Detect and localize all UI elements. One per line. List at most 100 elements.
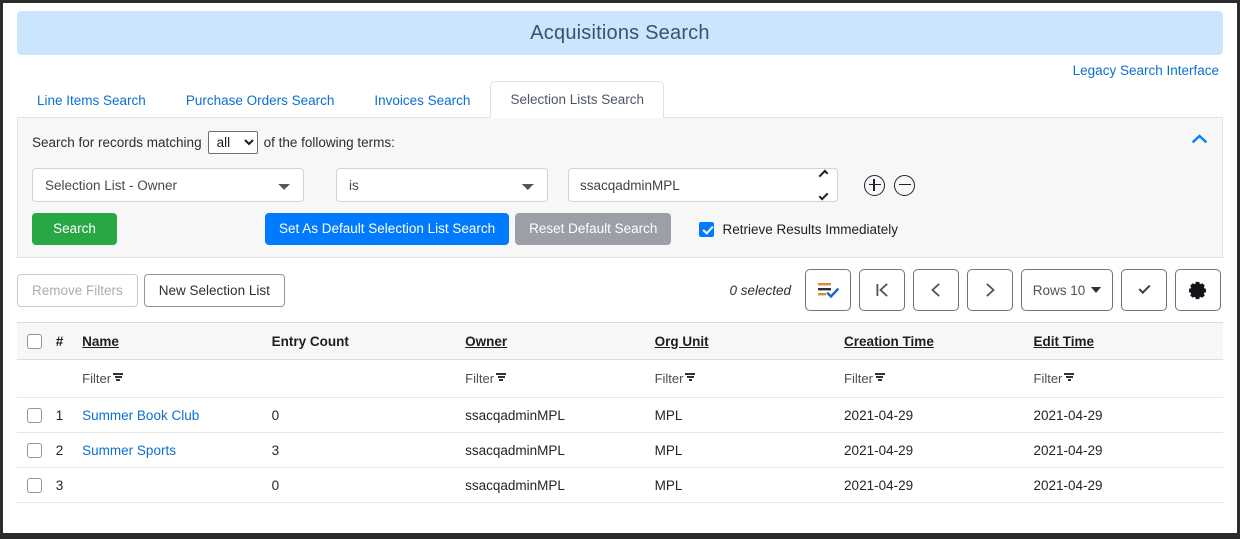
select-all-checkbox[interactable] xyxy=(27,333,42,349)
column-header-entry-count: Entry Count xyxy=(271,322,466,360)
funnel-icon xyxy=(685,372,696,381)
row-creation-time: 2021-04-29 xyxy=(844,397,1034,433)
search-term-row: Selection List - Owner is xyxy=(32,168,1208,202)
add-term-button[interactable] xyxy=(864,174,885,196)
grid-settings-button[interactable] xyxy=(1175,269,1221,311)
caret-down-icon xyxy=(1091,287,1102,293)
search-button[interactable]: Search xyxy=(32,213,117,245)
row-org-unit: MPL xyxy=(654,432,845,468)
row-owner: ssacqadminMPL xyxy=(465,467,655,503)
row-checkbox[interactable] xyxy=(27,407,42,423)
filter-cell-org-unit[interactable]: Filter xyxy=(654,359,845,398)
column-header-org-unit: Org Unit xyxy=(654,322,845,360)
match-type-select[interactable]: all any xyxy=(207,130,258,154)
filter-owner-control[interactable]: Filter xyxy=(465,371,507,386)
selection-list-link[interactable]: Summer Book Club xyxy=(82,408,199,423)
row-select-cell xyxy=(17,397,56,433)
sort-by-org-unit[interactable]: Org Unit xyxy=(655,334,709,349)
reset-default-search-button[interactable]: Reset Default Search xyxy=(515,213,672,245)
filter-cell-owner[interactable]: Filter xyxy=(465,359,655,398)
set-as-default-search-button[interactable]: Set As Default Selection List Search xyxy=(265,213,510,245)
rows-per-page-button[interactable]: Rows 10 xyxy=(1021,269,1113,311)
tab-purchase-orders-search[interactable]: Purchase Orders Search xyxy=(166,84,355,117)
remove-filters-button[interactable]: Remove Filters xyxy=(17,273,138,307)
row-select-cell xyxy=(17,467,56,503)
table-header-row: # Name Entry Count Owner Org Unit Creati… xyxy=(17,322,1223,360)
filter-cell-edit-time[interactable]: Filter xyxy=(1033,359,1223,398)
row-creation-time: 2021-04-29 xyxy=(844,432,1034,468)
page-content: Acquisitions Search Legacy Search Interf… xyxy=(3,3,1237,533)
filter-org-unit-label: Filter xyxy=(654,371,684,386)
match-suffix-label: of the following terms: xyxy=(263,134,395,150)
row-name-cell xyxy=(82,467,272,503)
filter-cell-creation-time[interactable]: Filter xyxy=(844,359,1034,398)
filter-name-label: Filter xyxy=(82,371,112,386)
next-page-button[interactable] xyxy=(967,269,1013,311)
filter-owner-label: Filter xyxy=(465,371,495,386)
previous-page-icon xyxy=(931,283,940,297)
selected-count-label: 0 selected xyxy=(729,282,791,298)
legacy-search-interface-link[interactable]: Legacy Search Interface xyxy=(1073,63,1219,78)
row-checkbox[interactable] xyxy=(27,442,42,458)
row-entry-count: 0 xyxy=(271,397,466,433)
match-prefix-label: Search for records matching xyxy=(32,134,202,150)
filter-cell-empty-checkbox xyxy=(17,359,56,398)
selection-list-link[interactable]: Summer Sports xyxy=(82,443,176,458)
tab-line-items-search[interactable]: Line Items Search xyxy=(17,84,166,117)
search-value-input[interactable] xyxy=(568,168,838,202)
filter-creation-time-control[interactable]: Filter xyxy=(844,371,885,386)
table-row[interactable]: 1 Summer Book Club 0 ssacqadminMPL MPL 2… xyxy=(17,397,1223,433)
sort-by-owner[interactable]: Owner xyxy=(465,334,507,349)
table-head: # Name Entry Count Owner Org Unit Creati… xyxy=(17,322,1223,360)
search-tabs: Line Items Search Purchase Orders Search… xyxy=(17,81,1223,118)
funnel-icon xyxy=(113,372,124,381)
checkbox-checked-icon xyxy=(699,221,715,237)
row-org-unit: MPL xyxy=(654,397,845,433)
sort-by-name[interactable]: Name xyxy=(82,334,119,349)
retrieve-results-immediately-checkbox[interactable]: Retrieve Results Immediately xyxy=(699,221,898,237)
grid-toolbar-right: 0 selected Rows 10 xyxy=(729,269,1221,311)
tab-selection-lists-search[interactable]: Selection Lists Search xyxy=(490,81,665,118)
new-selection-list-button[interactable]: New Selection List xyxy=(143,273,285,307)
row-checkbox[interactable] xyxy=(27,477,42,493)
filter-name-control[interactable]: Filter xyxy=(82,371,124,386)
search-operator-select[interactable]: is xyxy=(336,168,548,202)
search-panel: Search for records matching all any of t… xyxy=(17,118,1223,258)
filter-cell-empty-number xyxy=(55,359,83,398)
row-actions-button[interactable] xyxy=(805,269,851,311)
row-select-cell xyxy=(17,432,56,468)
previous-page-button[interactable] xyxy=(913,269,959,311)
column-header-owner: Owner xyxy=(465,322,655,360)
column-header-creation-time: Creation Time xyxy=(844,322,1034,360)
first-page-button[interactable] xyxy=(859,269,905,311)
row-edit-time: 2021-04-29 xyxy=(1033,432,1223,468)
table-row[interactable]: 3 0 ssacqadminMPL MPL 2021-04-29 2021-04… xyxy=(17,467,1223,503)
filter-row: Filter Filter Filter Filter Filter xyxy=(17,359,1223,398)
page-title: Acquisitions Search xyxy=(17,11,1223,55)
sort-by-edit-time[interactable]: Edit Time xyxy=(1034,334,1095,349)
sort-by-creation-time[interactable]: Creation Time xyxy=(844,334,934,349)
select-all-header xyxy=(17,322,56,360)
row-org-unit: MPL xyxy=(654,467,845,503)
row-number: 1 xyxy=(55,397,83,433)
match-criteria-line: Search for records matching all any of t… xyxy=(32,130,1208,154)
collapse-search-panel-button[interactable] xyxy=(1188,128,1210,150)
row-entry-count: 0 xyxy=(271,467,466,503)
search-value-stepper[interactable] xyxy=(816,169,830,201)
filter-creation-time-label: Filter xyxy=(844,371,873,386)
funnel-icon xyxy=(1064,372,1075,381)
table-row[interactable]: 2 Summer Sports 3 ssacqadminMPL MPL 2021… xyxy=(17,432,1223,468)
filter-cell-name[interactable]: Filter xyxy=(82,359,272,398)
search-field-select[interactable]: Selection List - Owner xyxy=(32,168,304,202)
chevron-up-icon xyxy=(1191,134,1207,144)
column-header-number: # xyxy=(55,322,83,360)
filter-edit-time-control[interactable]: Filter xyxy=(1034,371,1075,386)
selection-lists-table: # Name Entry Count Owner Org Unit Creati… xyxy=(17,322,1223,503)
more-options-button[interactable] xyxy=(1121,269,1167,311)
remove-term-button[interactable] xyxy=(894,174,915,196)
tab-invoices-search[interactable]: Invoices Search xyxy=(354,84,490,117)
filter-org-unit-control[interactable]: Filter xyxy=(655,371,696,386)
funnel-icon xyxy=(496,372,507,381)
row-edit-time: 2021-04-29 xyxy=(1033,467,1223,503)
search-actions-row: Search Set As Default Selection List Sea… xyxy=(32,213,1208,245)
